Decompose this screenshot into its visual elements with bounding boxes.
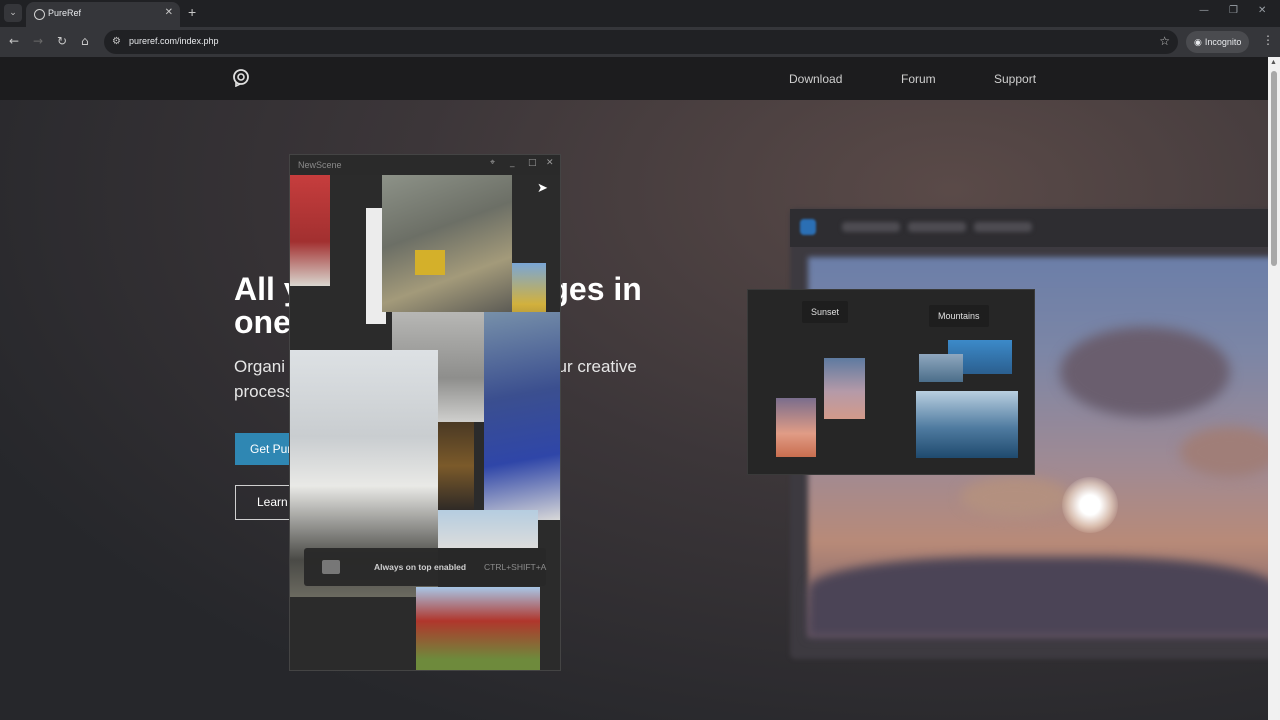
scene-name: NewScene [298,160,342,170]
close-icon[interactable]: ✕ [546,158,554,168]
backdrop-menu-bar [842,222,900,232]
address-bar[interactable]: ⚙ pureref.com/index.php ☆ [104,30,1178,54]
hills-shape [808,557,1268,637]
back-icon[interactable]: ← [9,34,19,48]
sunset-thumbnail[interactable] [776,398,816,457]
mountains-thumbnail[interactable] [916,391,1018,458]
bookmark-star-icon[interactable]: ☆ [1159,34,1170,48]
site-navbar: Download Forum Support [0,57,1268,100]
url-text[interactable]: pureref.com/index.php [129,36,219,46]
cloud-shape [1060,327,1230,417]
reference-photo[interactable] [382,175,512,312]
incognito-label: Incognito [1204,37,1242,47]
pureref-logo-icon[interactable] [232,69,250,87]
sunset-group-label: Sunset [802,301,849,323]
scrollbar-thumb[interactable] [1271,71,1277,266]
browser-tab[interactable]: PureRef ✕ [26,2,180,27]
toast-message: Always on top enabled [374,562,467,572]
forward-icon[interactable]: → [33,34,43,48]
minimize-icon[interactable]: _ [510,158,515,168]
close-window-button[interactable]: ✕ [1258,5,1266,16]
app-titlebar[interactable]: NewScene ⌖ _ □ ✕ [290,155,560,175]
browser-toolbar: ← → ↻ ⌂ ⚙ pureref.com/index.php ☆ ◉ Incog… [0,27,1280,57]
cloud-shape [960,477,1070,517]
nav-download-link[interactable]: Download [789,72,842,86]
pureref-demo-canvas: Sunset Mountains [747,289,1035,475]
backdrop-app-icon [800,219,816,235]
page-viewport: Download Forum Support All y ages in one … [0,57,1268,720]
browser-tab-strip: ⌄ PureRef ✕ + — ❐ ✕ [0,0,1280,27]
toast-shortcut: CTRL+SHIFT+A [484,562,547,572]
home-icon[interactable]: ⌂ [81,34,89,48]
incognito-badge[interactable]: ◉ Incognito [1186,31,1250,53]
backdrop-menu-bar [908,222,966,232]
reload-icon[interactable]: ↻ [57,34,67,48]
pureref-favicon-icon [34,9,45,20]
hero-title-part: one [234,304,291,340]
page-scrollbar[interactable]: ▲ [1268,57,1280,720]
incognito-icon: ◉ [1194,38,1202,48]
restore-button[interactable]: ❐ [1229,5,1238,16]
hero-subtitle-part: process [234,382,294,401]
pureref-app-window[interactable]: NewScene ⌖ _ □ ✕ Always on top enabled C… [289,154,561,671]
browser-menu-icon[interactable]: ⋮ [1262,33,1274,47]
mouse-cursor-icon: ➤ [537,181,548,196]
tab-title: PureRef [48,8,82,18]
minimize-button[interactable]: — [1199,5,1209,16]
reference-photo[interactable] [484,312,560,520]
mountains-thumbnail[interactable] [919,354,963,382]
reference-photo[interactable] [438,510,538,548]
sunset-thumbnail[interactable] [824,358,865,419]
always-on-top-toast: Always on top enabled CTRL+SHIFT+A [304,548,546,586]
nav-forum-link[interactable]: Forum [901,72,936,86]
reference-photo[interactable] [438,422,474,510]
hero-subtitle-part: our creative [548,357,637,376]
scroll-up-icon[interactable]: ▲ [1270,59,1277,66]
backdrop-menu-bar [974,222,1032,232]
reference-photo[interactable] [416,587,540,670]
maximize-icon[interactable]: □ [528,158,537,168]
site-info-icon[interactable]: ⚙ [112,36,121,47]
excavator-detail [415,250,445,275]
tab-close-icon[interactable]: ✕ [165,7,173,18]
mountains-group-label: Mountains [929,305,989,327]
nav-support-link[interactable]: Support [994,72,1036,86]
pin-icon[interactable]: ⌖ [490,158,495,168]
tab-search-button[interactable]: ⌄ [4,4,22,22]
new-tab-button[interactable]: + [188,4,196,20]
sun-glow [1062,477,1118,533]
reference-photo[interactable] [290,175,330,286]
window-stack-icon [322,560,340,574]
hero-subtitle-part: Organi [234,357,286,376]
